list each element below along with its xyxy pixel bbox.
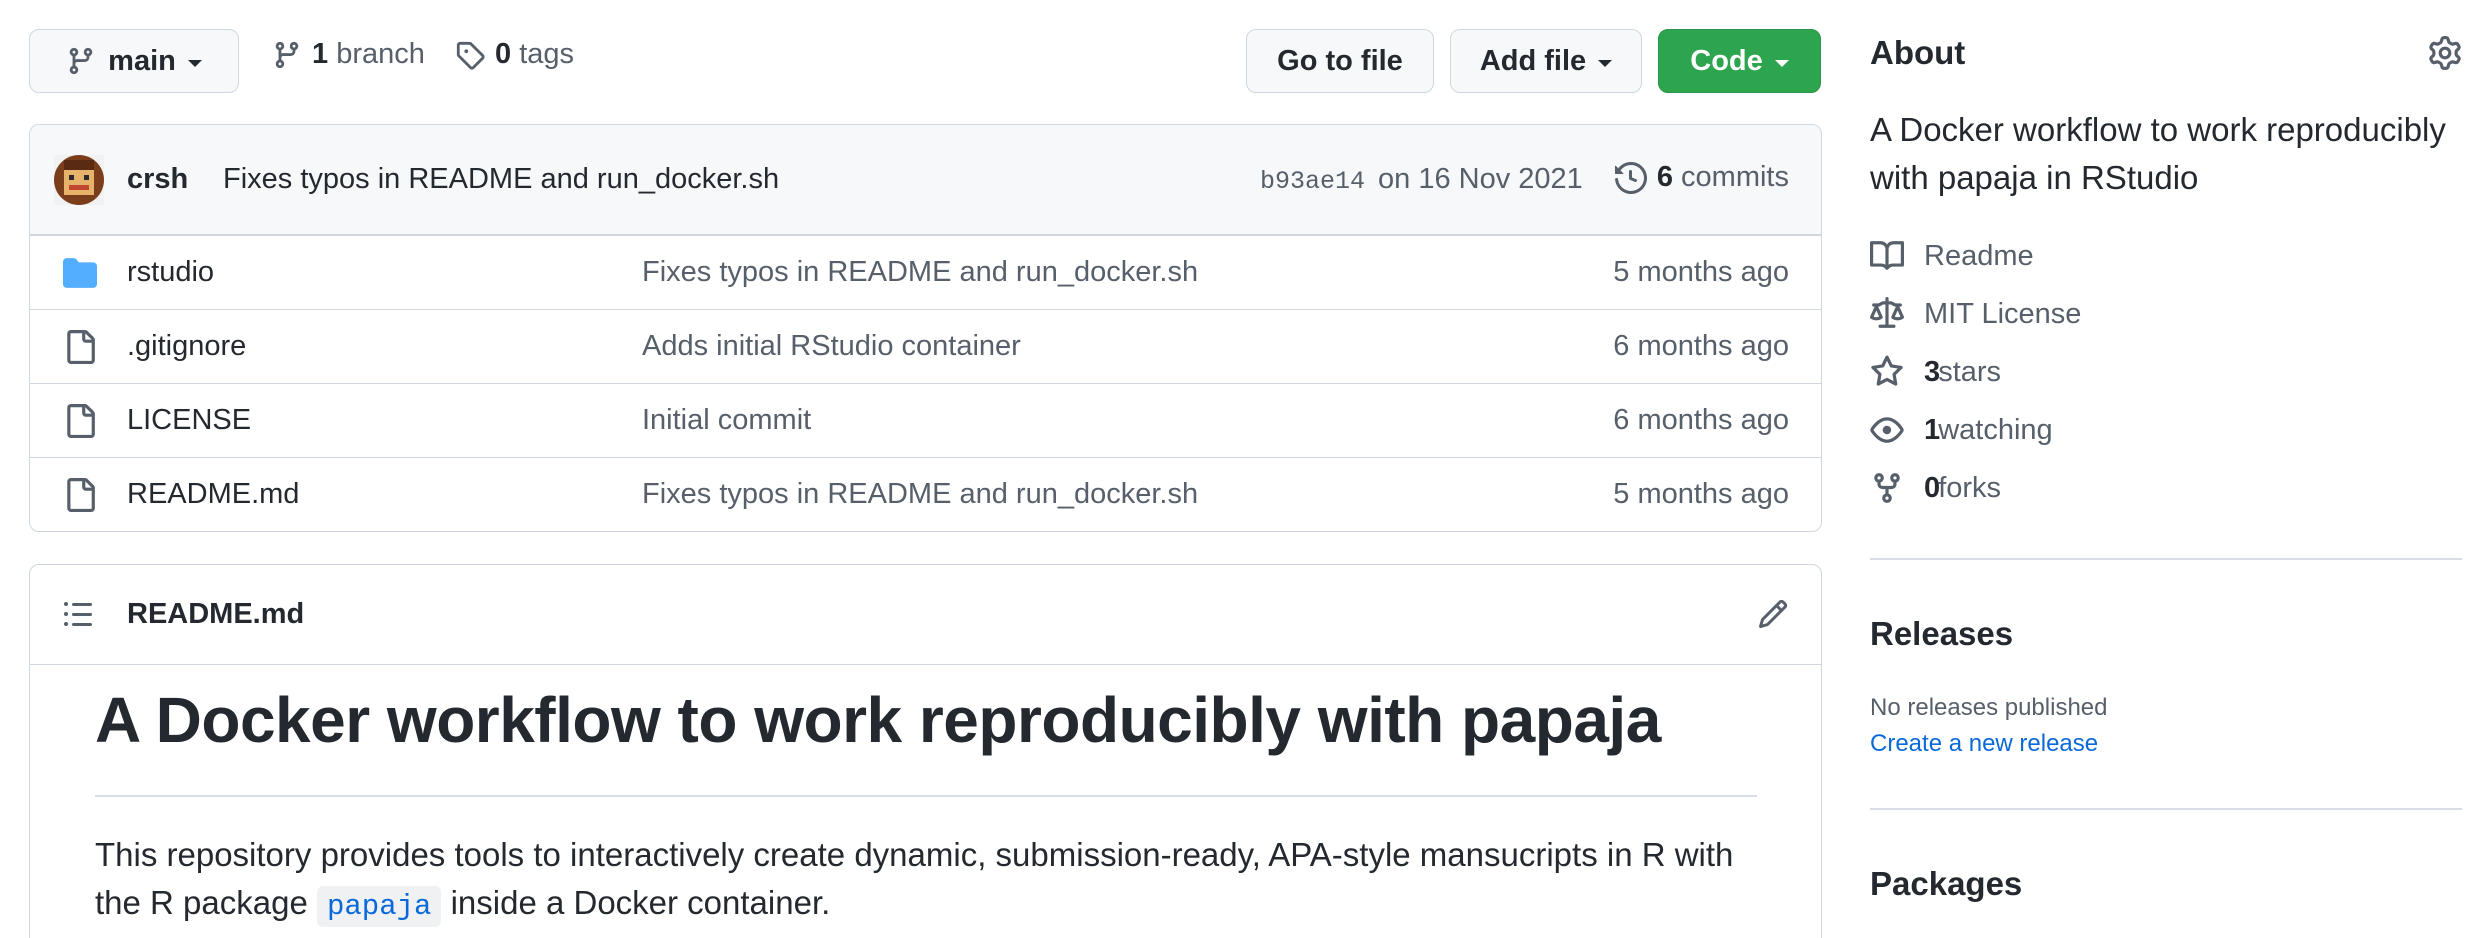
file-row[interactable]: LICENSE Initial commit 6 months ago (30, 383, 1821, 457)
commits-count: 6 (1656, 161, 1673, 193)
readme-link-label: Readme (1924, 239, 2034, 272)
file-row[interactable]: README.md Fixes typos in README and run_… (30, 457, 1821, 531)
about-title: About (1870, 34, 1966, 71)
releases-title[interactable]: Releases (1870, 615, 2013, 653)
tags-label: tags (519, 38, 575, 70)
forks-link[interactable]: 0 forks (1870, 471, 2001, 505)
file-icon (67, 478, 95, 512)
file-name[interactable]: rstudio (127, 256, 214, 289)
readme-panel: README.md A Docker workflow to work repr… (29, 564, 1822, 938)
folder-icon (63, 258, 97, 288)
readme-paragraph: This repository provides tools to intera… (95, 831, 1785, 931)
license-link-label: MIT License (1924, 297, 2082, 330)
code-button[interactable]: Code (1658, 29, 1821, 93)
branches-count: 1 (312, 38, 329, 70)
book-icon (1870, 241, 1904, 270)
latest-commit-bar: crsh Fixes typos in README and run_docke… (30, 125, 1821, 235)
file-age: 5 months ago (1613, 478, 1789, 510)
commit-author[interactable]: crsh (127, 163, 188, 196)
file-list: crsh Fixes typos in README and run_docke… (29, 124, 1822, 532)
go-to-file-label: Go to file (1277, 44, 1403, 77)
readme-paragraph-post-code: inside a Docker container. (441, 884, 831, 921)
repo-description: A Docker workflow to work reproducibly w… (1870, 111, 2446, 196)
avatar[interactable] (54, 155, 104, 205)
eye-icon (1870, 417, 1904, 443)
license-link[interactable]: MIT License (1870, 297, 2081, 331)
sidebar-divider (1870, 808, 2462, 810)
branch-select-button[interactable]: main (29, 29, 239, 93)
branches-link[interactable]: 1 branch (272, 38, 425, 71)
file-commit-message[interactable]: Adds initial RStudio container (642, 330, 1021, 363)
file-commit-message[interactable]: Initial commit (642, 404, 811, 437)
tags-count: 0 (495, 38, 512, 70)
chevron-down-icon (1598, 59, 1613, 67)
file-icon (67, 404, 95, 438)
file-name[interactable]: README.md (127, 478, 299, 511)
stars-link[interactable]: 3 stars (1870, 355, 2001, 389)
packages-title[interactable]: Packages (1870, 865, 2022, 903)
git-branch-icon (275, 41, 299, 68)
chevron-down-icon (1774, 59, 1789, 67)
file-age: 6 months ago (1613, 330, 1789, 362)
gear-icon[interactable] (2428, 36, 2462, 70)
readme-heading: A Docker workflow to work reproducibly w… (95, 684, 1661, 756)
commit-message[interactable]: Fixes typos in README and run_docker.sh (223, 163, 779, 196)
git-branch-icon (69, 47, 93, 75)
file-row[interactable]: rstudio Fixes typos in README and run_do… (30, 235, 1821, 309)
chevron-down-icon (187, 59, 202, 67)
file-commit-message[interactable]: Fixes typos in README and run_docker.sh (642, 256, 1198, 289)
file-age: 6 months ago (1613, 404, 1789, 436)
create-release-link[interactable]: Create a new release (1870, 730, 2098, 758)
list-unordered-icon[interactable] (62, 598, 94, 630)
readme-paragraph-line1: This repository provides tools to intera… (95, 836, 1734, 873)
readme-header: README.md (30, 565, 1821, 665)
file-age: 5 months ago (1613, 256, 1789, 288)
commit-sha[interactable]: b93ae14 (1260, 167, 1365, 196)
readme-paragraph-pre-code: the R package (95, 884, 317, 921)
code-label: Code (1690, 44, 1763, 77)
commit-date: on 16 Nov 2021 (1378, 163, 1583, 195)
history-icon (1614, 161, 1647, 194)
repo-forked-icon (1874, 473, 1900, 503)
file-row[interactable]: .gitignore Adds initial RStudio containe… (30, 309, 1821, 383)
branch-name: main (108, 44, 176, 77)
file-icon (67, 330, 95, 364)
readme-filename[interactable]: README.md (127, 598, 304, 631)
go-to-file-button[interactable]: Go to file (1246, 29, 1434, 93)
file-name[interactable]: .gitignore (127, 330, 246, 363)
sidebar-divider (1870, 558, 2462, 560)
readme-heading-rule (95, 795, 1757, 797)
watching-label: watching (1938, 413, 2053, 446)
watchers-link[interactable]: 1 watching (1870, 413, 2053, 447)
star-icon (1871, 355, 1903, 386)
papaja-inline-code[interactable]: papaja (316, 886, 442, 927)
file-commit-message[interactable]: Fixes typos in README and run_docker.sh (642, 478, 1198, 511)
pencil-icon[interactable] (1757, 598, 1789, 630)
no-releases-text: No releases published (1870, 694, 2108, 721)
file-name[interactable]: LICENSE (127, 404, 251, 437)
add-file-label: Add file (1479, 44, 1587, 77)
law-scale-icon (1870, 297, 1904, 328)
stars-label: stars (1938, 355, 2002, 388)
tags-link[interactable]: 0 tags (455, 38, 574, 71)
forks-label: forks (1938, 471, 2002, 504)
readme-link[interactable]: Readme (1870, 239, 2034, 273)
commits-label: commits (1681, 161, 1789, 193)
tag-icon (456, 41, 485, 70)
commits-link[interactable]: 6 commits (1614, 161, 1789, 194)
add-file-button[interactable]: Add file (1450, 29, 1642, 93)
branches-label: branch (336, 38, 425, 70)
